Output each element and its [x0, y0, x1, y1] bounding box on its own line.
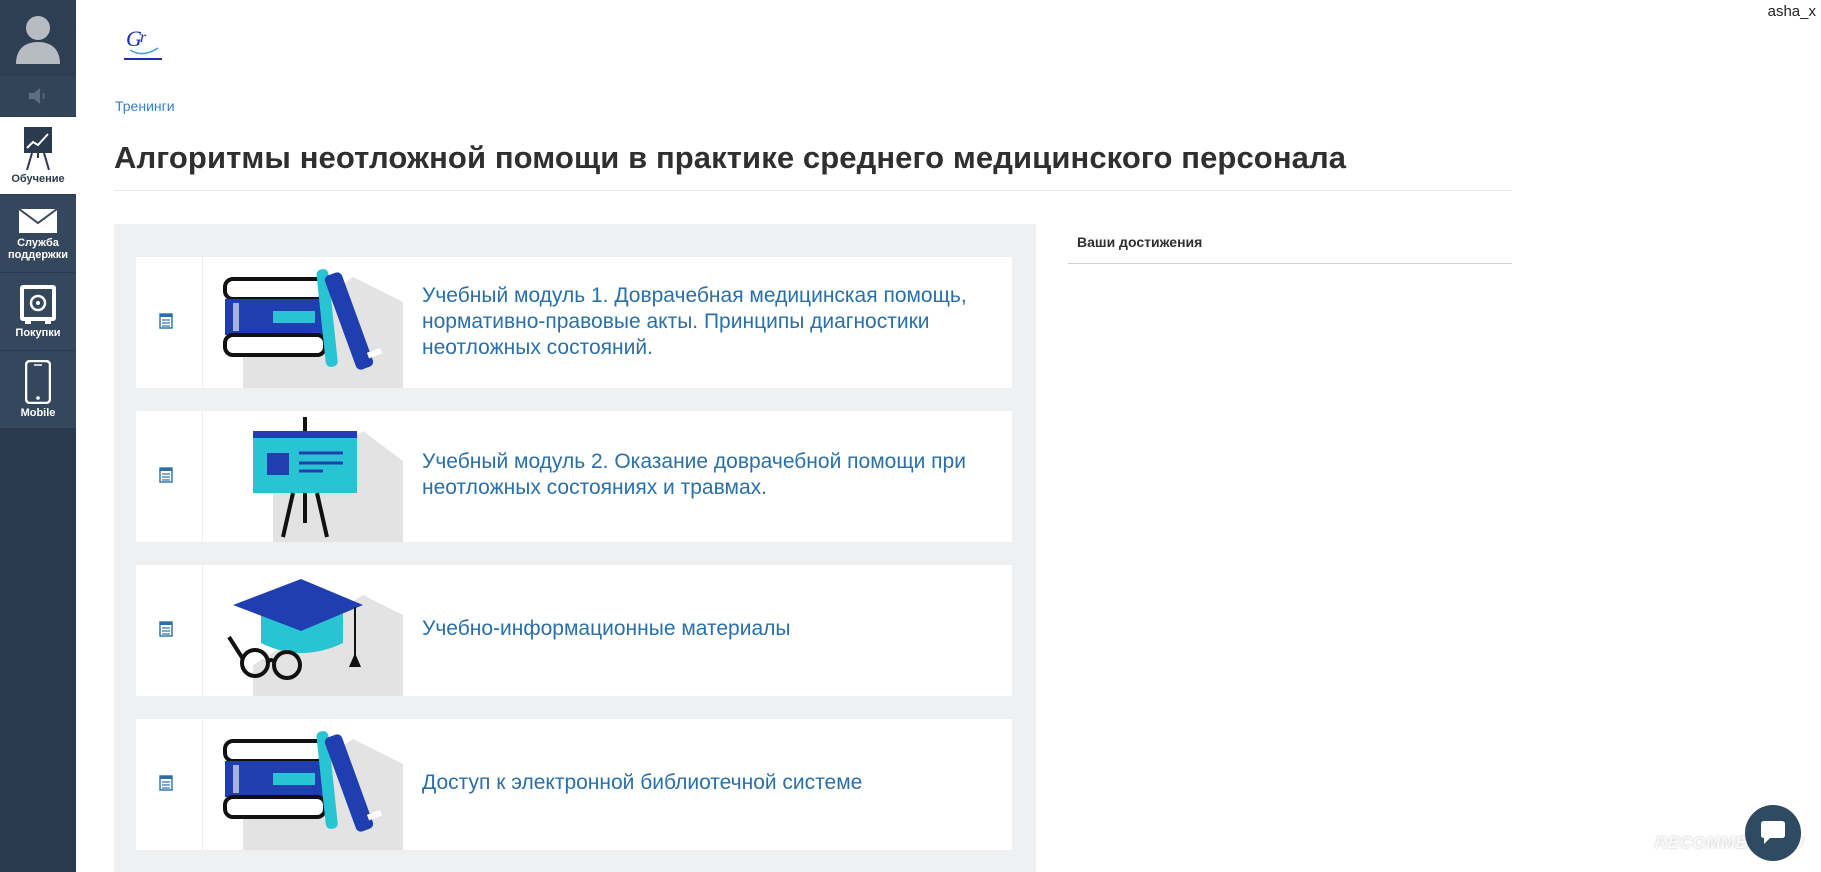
chat-bubble-icon [1761, 821, 1785, 844]
company-logo[interactable]: G r [118, 20, 168, 70]
presentation-board-illustration [253, 417, 403, 542]
module-card-3[interactable]: Учебно-информационные материалы [136, 565, 1012, 696]
module-card-4[interactable]: Доступ к электронной библиотечной систем… [136, 719, 1012, 850]
graduation-cap-illustration [227, 579, 403, 696]
sidebar-item-learning[interactable]: Обучение [0, 117, 76, 194]
page-title: Алгоритмы неотложной помощи в практике с… [114, 140, 1347, 175]
module-card-2[interactable]: Учебный модуль 2. Оказание доврачебной п… [136, 411, 1012, 542]
safe-icon [20, 285, 56, 324]
username[interactable]: asha_x [1768, 3, 1816, 20]
sidebar-item-label: Mobile [20, 407, 56, 419]
avatar[interactable] [0, 0, 76, 76]
books-illustration [223, 731, 403, 850]
sidebar-item-label: Служба поддержки [8, 237, 68, 261]
speaker-icon [29, 88, 45, 104]
module-title[interactable]: Учебно-информационные материалы [422, 616, 982, 642]
title-divider [114, 190, 1512, 191]
document-list-icon [159, 313, 173, 329]
chat-button[interactable] [1745, 805, 1801, 861]
modules-panel: Учебный модуль 1. Доврачебная медицинска… [114, 224, 1036, 872]
sound-toggle[interactable] [0, 76, 76, 116]
books-illustration [223, 269, 403, 388]
document-list-icon [159, 775, 173, 791]
sidebar-item-label: Обучение [11, 173, 65, 185]
achievements-title: Ваши достижения [1077, 234, 1203, 250]
sidebar-item-mobile[interactable]: Mobile [0, 351, 76, 428]
user-silhouette-icon [16, 16, 60, 64]
chart-easel-icon [24, 127, 52, 170]
breadcrumb[interactable]: Тренинги [115, 98, 175, 114]
envelope-icon [18, 208, 58, 233]
module-title[interactable]: Доступ к электронной библиотечной систем… [422, 770, 982, 796]
svg-text:r: r [140, 29, 147, 46]
document-list-icon [159, 467, 173, 483]
document-list-icon [159, 621, 173, 637]
sidebar-item-label: Покупки [15, 327, 61, 339]
module-card-1[interactable]: Учебный модуль 1. Доврачебная медицинска… [136, 257, 1012, 388]
achievements-divider [1068, 263, 1512, 264]
module-title[interactable]: Учебный модуль 1. Доврачебная медицинска… [422, 283, 982, 361]
sidebar: Обучение Служба поддержки Покупки Mobile [0, 0, 76, 872]
sidebar-item-support[interactable]: Служба поддержки [0, 195, 76, 272]
smartphone-icon [25, 360, 51, 404]
module-title[interactable]: Учебный модуль 2. Оказание доврачебной п… [422, 449, 982, 501]
sidebar-item-purchases[interactable]: Покупки [0, 273, 76, 350]
